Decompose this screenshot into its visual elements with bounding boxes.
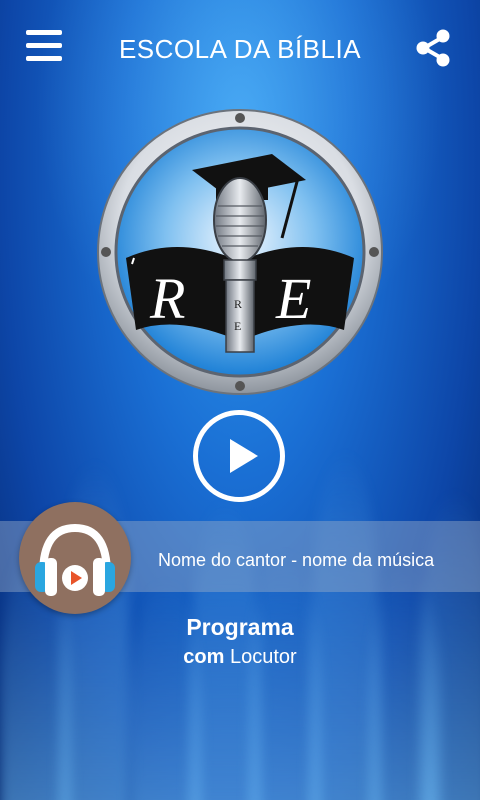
play-button[interactable] xyxy=(193,410,285,502)
logo-letter-r: R xyxy=(149,266,185,331)
program-sub-prefix: com xyxy=(183,646,225,668)
app-header: ESCOLA DA BÍBLIA xyxy=(0,0,480,100)
svg-text:E: E xyxy=(234,319,241,333)
track-info: Nome do cantor - nome da música xyxy=(158,550,435,570)
program-title: Programa xyxy=(186,614,294,640)
share-icon[interactable] xyxy=(414,28,454,68)
station-logo: R E R E xyxy=(96,108,384,396)
play-icon xyxy=(230,439,258,473)
program-host-line: com Locutor xyxy=(0,646,480,669)
app-title: ESCOLA DA BÍBLIA xyxy=(118,34,362,64)
svg-text:R: R xyxy=(234,297,242,311)
headphones-avatar xyxy=(19,502,131,614)
logo-letter-e: E xyxy=(275,266,311,331)
headphones-icon xyxy=(35,523,115,596)
program-host: Locutor xyxy=(229,646,297,668)
